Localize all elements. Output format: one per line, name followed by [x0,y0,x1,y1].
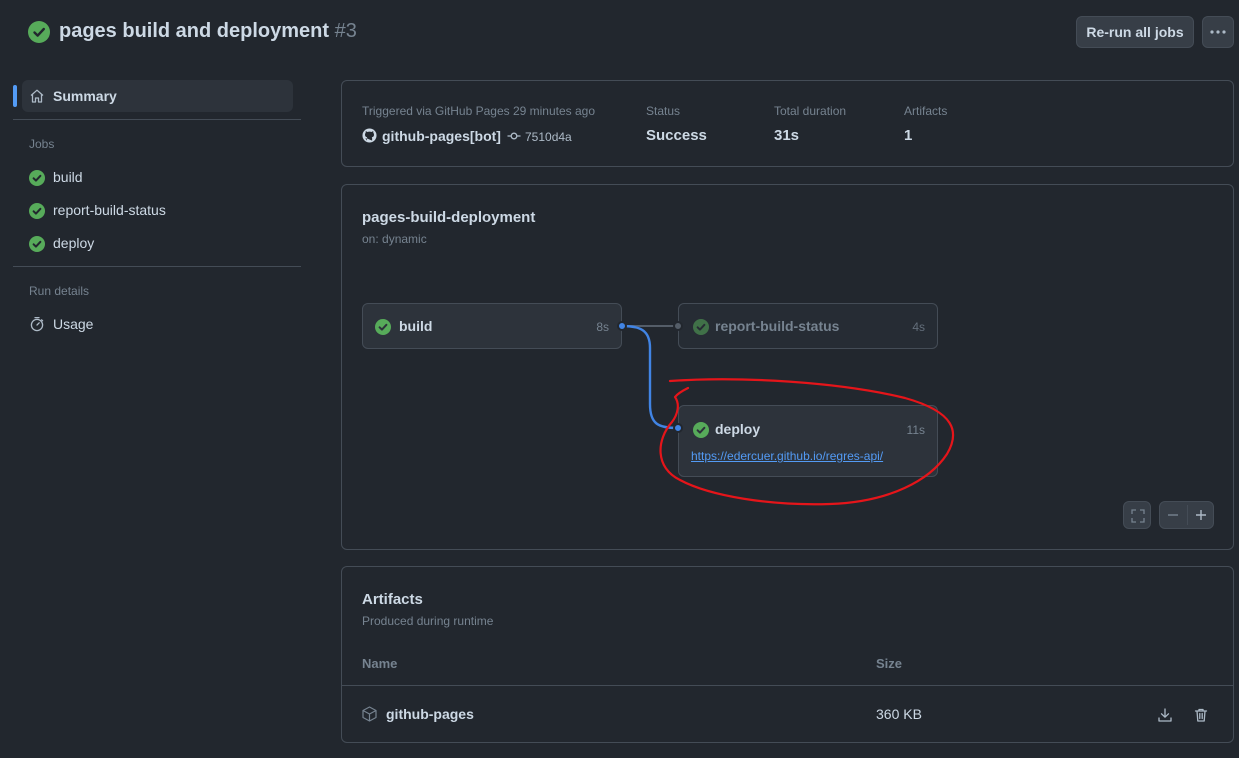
commit-sha-link[interactable]: 7510d4a [525,130,572,144]
trigger-text: Triggered via GitHub Pages 29 minutes ag… [362,104,596,118]
actor-link[interactable]: github-pages[bot] [382,128,501,144]
sidebar-item-build[interactable]: build [22,164,293,190]
job-node-build[interactable]: build 8s [362,303,622,349]
artifacts-title: Artifacts [362,591,423,608]
success-check-icon [29,203,45,219]
download-icon [1158,708,1172,722]
sidebar-item-label: Usage [53,316,94,332]
trash-icon [1194,708,1208,722]
download-artifact-button[interactable] [1154,704,1176,726]
package-icon [362,706,377,722]
page-title: pages build and deployment #3 [59,20,357,43]
job-node-report-build-status[interactable]: report-build-status 4s [678,303,938,349]
home-icon [30,89,44,103]
artifacts-subtitle: Produced during runtime [362,614,494,628]
workflow-name: pages-build-deployment [362,209,536,226]
status-value: Success [646,127,707,144]
zoom-controls [1159,501,1214,529]
sidebar-item-label: Summary [53,88,117,104]
minus-icon [1168,514,1178,516]
divider [13,266,301,267]
sidebar-item-label: report-build-status [53,202,166,218]
artifacts-label: Artifacts [904,104,948,118]
artifact-size: 360 KB [876,706,922,722]
workflow-trigger: on: dynamic [362,232,427,246]
column-header-name: Name [362,656,398,671]
zoom-in-button[interactable] [1188,502,1214,528]
git-commit-icon [507,132,521,140]
success-check-icon [693,319,709,335]
job-duration: 8s [596,320,609,334]
sidebar-item-deploy[interactable]: deploy [22,230,293,256]
kebab-horizontal-icon [1210,30,1226,34]
connector-dot [617,321,627,331]
more-options-button[interactable] [1202,16,1234,48]
success-check-icon [29,236,45,252]
success-check-icon [375,319,391,335]
run-summary-card [341,80,1234,167]
total-duration-label: Total duration [774,104,847,118]
column-header-size: Size [876,656,903,671]
artifact-name-link[interactable]: github-pages [386,706,474,722]
job-name: report-build-status [715,318,840,334]
annotation-circle [659,378,955,506]
fullscreen-button[interactable] [1123,501,1151,529]
table-row: github-pages 360 KB [342,686,1233,742]
delete-artifact-button[interactable] [1190,704,1212,726]
workflow-title: pages build and deployment [59,20,330,42]
active-indicator [13,85,17,107]
jobs-heading: Jobs [29,137,55,151]
stopwatch-icon [30,316,44,332]
rerun-all-jobs-button[interactable]: Re-run all jobs [1076,16,1194,48]
connector-dot [673,321,683,331]
total-duration-value: 31s [774,127,800,144]
zoom-out-button[interactable] [1160,502,1187,528]
plus-icon [1196,510,1206,520]
success-check-icon [28,21,50,43]
status-label: Status [646,104,681,118]
job-duration: 4s [912,320,925,334]
fullscreen-icon [1131,509,1145,523]
sidebar-item-label: build [53,169,83,185]
sidebar-item-report-build-status[interactable]: report-build-status [22,197,293,223]
sidebar-item-usage[interactable]: Usage [22,311,293,337]
divider [13,119,301,120]
job-name: build [399,318,433,334]
success-check-icon [29,170,45,186]
artifacts-count-link[interactable]: 1 [904,127,912,144]
run-number: #3 [334,20,357,42]
sidebar-item-label: deploy [53,235,95,251]
run-details-heading: Run details [29,284,90,298]
github-mark-icon [362,128,377,143]
